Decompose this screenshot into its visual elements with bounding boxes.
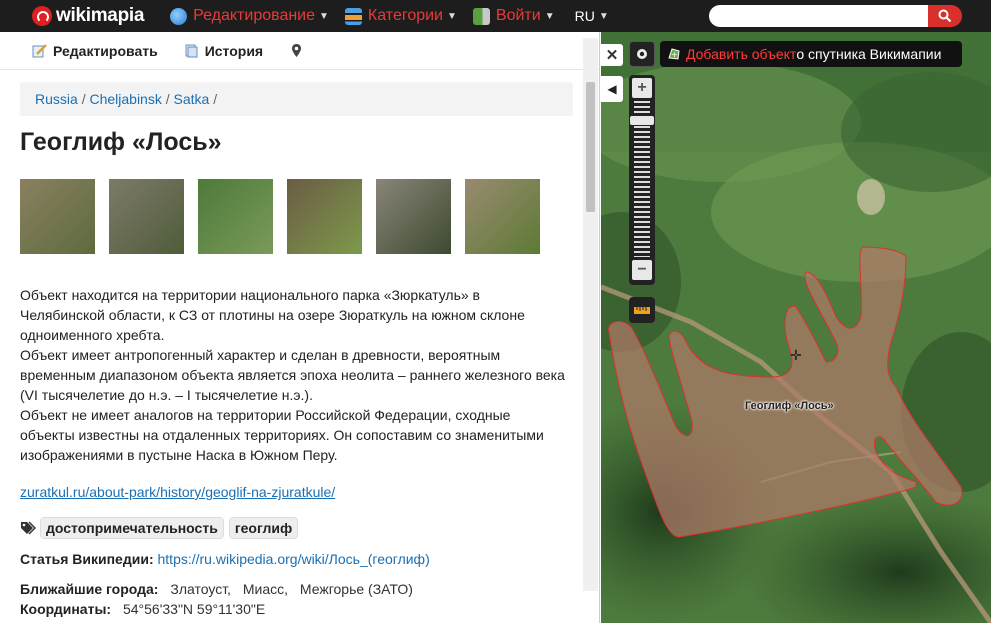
language-selector[interactable]: RU ▼ <box>575 8 609 24</box>
svg-text:+: + <box>671 50 678 59</box>
chevron-down-icon: ▼ <box>319 10 329 22</box>
add-object-label: Добавить объект <box>686 46 797 62</box>
page-title: Геоглиф «Лось» <box>20 128 222 156</box>
description-paragraph: Объект находится на территории националь… <box>20 287 525 343</box>
description-paragraph: Объект не имеет аналогов на территории Р… <box>20 407 544 463</box>
main-menu: Редактирование ▼ Категории ▼ Войти ▼ RU … <box>170 7 609 25</box>
breadcrumb-separator: / <box>213 91 218 107</box>
coordinates-label: Координаты: <box>20 601 112 617</box>
logo-text: wikimapia <box>56 5 145 26</box>
breadcrumb-item[interactable]: Russia <box>35 91 78 107</box>
city-link[interactable]: Межгорье (ЗАТО) <box>300 581 413 597</box>
tags-row: достопримечательность геоглиф <box>20 517 303 539</box>
breadcrumb-separator: / <box>165 91 170 107</box>
chevron-down-icon: ▼ <box>544 10 555 22</box>
city-link[interactable]: Миасс, <box>243 581 288 597</box>
photo-thumbnail[interactable] <box>109 179 184 254</box>
zoom-slider-handle[interactable] <box>630 115 654 125</box>
add-object-button[interactable]: + Добавить объект о спутника Викимапии <box>660 41 962 67</box>
object-description: Объект находится на территории националь… <box>20 285 565 465</box>
description-paragraph: Объект имеет антропогенный характер и сд… <box>20 347 565 403</box>
wikipedia-link[interactable]: https://ru.wikipedia.org/wiki/Лось_(геог… <box>158 551 430 567</box>
chevron-down-icon: ▼ <box>447 10 457 22</box>
history-icon <box>185 44 198 58</box>
tags-icon <box>21 521 36 535</box>
plus-icon: + <box>637 79 647 96</box>
wikipedia-label: Статья Википедии: <box>20 551 154 567</box>
globe-icon <box>170 7 188 25</box>
photo-gallery <box>20 179 554 254</box>
ruler-button[interactable] <box>629 297 655 323</box>
breadcrumb: Russia / Cheljabinsk / Satka / <box>20 82 573 116</box>
map-canvas[interactable] <box>601 32 991 623</box>
photo-thumbnail[interactable] <box>198 179 273 254</box>
collapse-panel-button[interactable]: ◀ <box>601 76 623 102</box>
zoom-out-button[interactable]: − <box>632 260 652 280</box>
menu-edit-label: Редактирование <box>193 7 316 24</box>
my-location-button[interactable] <box>629 41 655 67</box>
close-icon: ✕ <box>605 47 619 64</box>
city-link[interactable]: Златоуст, <box>170 581 231 597</box>
target-icon <box>637 49 647 59</box>
nearest-cities: Ближайшие города: Златоуст, Миасс, Межго… <box>20 581 413 597</box>
menu-login-label: Войти <box>495 7 541 24</box>
coordinates-value: 54°56'33"N 59°11'30"E <box>122 601 266 617</box>
login-icon <box>472 7 490 25</box>
menu-login[interactable]: Войти ▼ <box>472 7 555 25</box>
photo-thumbnail[interactable] <box>465 179 540 254</box>
wikipedia-article: Статья Википедии: https://ru.wikipedia.o… <box>20 551 430 567</box>
map-pin-icon <box>292 44 302 57</box>
photo-thumbnail[interactable] <box>20 179 95 254</box>
external-link[interactable]: zuratkul.ru/about-park/history/geoglif-n… <box>20 484 335 500</box>
pencil-icon <box>32 44 47 58</box>
photo-thumbnail[interactable] <box>287 179 362 254</box>
coordinates: Координаты: 54°56'33"N 59°11'30"E <box>20 601 265 617</box>
menu-categories[interactable]: Категории ▼ <box>344 7 457 25</box>
object-toolbar: Редактировать История <box>0 32 599 70</box>
menu-edit[interactable]: Редактирование ▼ <box>170 7 329 25</box>
photo-thumbnail[interactable] <box>376 179 451 254</box>
search-button[interactable] <box>928 5 962 27</box>
app-window: wikimapia Редактирование ▼ Категории ▼ В… <box>0 0 991 623</box>
show-on-map-button[interactable] <box>289 43 310 58</box>
chevron-down-icon: ▼ <box>598 10 609 22</box>
breadcrumb-item[interactable]: Cheljabinsk <box>89 91 161 107</box>
satellite-map[interactable] <box>601 32 991 623</box>
add-polygon-icon: + <box>668 48 680 60</box>
satellite-label: о спутника Викимапии <box>796 46 942 62</box>
search-icon <box>938 9 952 23</box>
wikimapia-logo-icon <box>32 6 52 26</box>
scrollbar-thumb[interactable] <box>586 82 595 212</box>
breadcrumb-item[interactable]: Satka <box>174 91 210 107</box>
minus-icon: − <box>637 261 647 278</box>
object-info-panel: Редактировать История Russia / Cheljabin… <box>0 32 600 623</box>
edit-button[interactable]: Редактировать <box>32 43 158 59</box>
chevron-left-icon: ◀ <box>607 82 617 96</box>
history-button[interactable]: История <box>184 43 263 59</box>
breadcrumb-separator: / <box>81 91 86 107</box>
edit-button-label: Редактировать <box>53 42 158 59</box>
wikimapia-logo[interactable]: wikimapia <box>32 0 144 32</box>
ruler-icon <box>634 307 650 314</box>
crosshair-cursor-icon: ✛ <box>790 347 802 363</box>
top-navigation-bar: wikimapia Редактирование ▼ Категории ▼ В… <box>0 0 991 32</box>
object-map-label[interactable]: Геоглиф «Лось» <box>745 400 834 412</box>
menu-categories-label: Категории <box>367 7 443 24</box>
categories-icon <box>344 7 362 25</box>
tag-chip[interactable]: достопримечательность <box>40 517 224 539</box>
close-panel-button[interactable]: ✕ <box>601 44 623 66</box>
nearest-cities-label: Ближайшие города: <box>20 581 159 597</box>
zoom-in-button[interactable]: + <box>632 78 652 98</box>
zoom-control: + − <box>629 75 655 285</box>
history-button-label: История <box>204 42 264 59</box>
search-input[interactable] <box>709 5 931 27</box>
language-label: RU <box>574 8 595 24</box>
tag-chip[interactable]: геоглиф <box>228 517 299 539</box>
